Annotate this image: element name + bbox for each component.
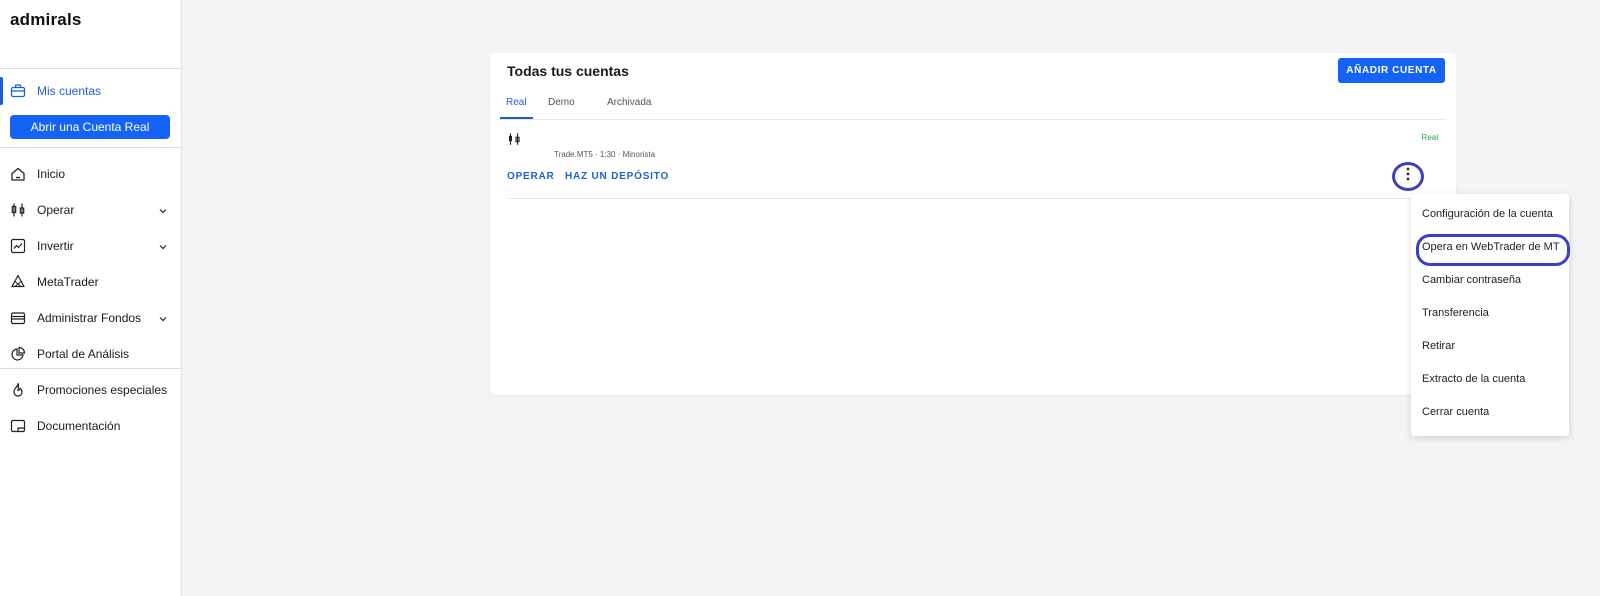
sidebar-item-label: Inicio — [37, 167, 66, 181]
chevron-down-icon — [157, 204, 169, 216]
add-account-button[interactable]: AÑADIR CUENTA — [1338, 58, 1445, 83]
sidebar-item-label: Operar — [37, 203, 75, 217]
chevron-down-icon — [157, 240, 169, 252]
sidebar-item-label: MetaTrader — [37, 275, 99, 289]
menu-item-label: Extracto de la cuenta — [1422, 373, 1526, 385]
tab-archived[interactable]: Archivada — [601, 91, 657, 119]
tab-demo[interactable]: Demo — [542, 91, 581, 119]
menu-item-close-account[interactable]: Cerrar cuenta — [1411, 397, 1569, 430]
sidebar-item-metatrader[interactable]: MetaTrader — [0, 268, 181, 296]
metatrader-icon — [10, 274, 26, 290]
menu-item-label: Retirar — [1422, 340, 1456, 352]
menu-item-change-password[interactable]: Cambiar contraseña — [1411, 265, 1569, 298]
chart-line-icon — [10, 238, 26, 254]
menu-item-account-statement[interactable]: Extracto de la cuenta — [1411, 364, 1569, 397]
accounts-card: Todas tus cuentas AÑADIR CUENTA Real Dem… — [490, 53, 1456, 395]
menu-item-account-settings[interactable]: Configuración de la cuenta — [1411, 199, 1569, 232]
sidebar-item-label: Portal de Análisis — [37, 347, 130, 361]
account-divider — [507, 198, 1446, 199]
pie-chart-icon — [10, 346, 26, 362]
sidebar-item-label: Promociones especiales — [37, 383, 168, 397]
sidebar-item-my-accounts[interactable]: Mis cuentas — [0, 77, 181, 105]
sidebar-item-label: Mis cuentas — [37, 84, 102, 98]
menu-item-withdraw[interactable]: Retirar — [1411, 331, 1569, 364]
more-options-button[interactable] — [1392, 162, 1424, 191]
deposit-link[interactable]: HAZ UN DEPÓSITO — [565, 171, 669, 182]
account-type-badge: Real — [1421, 133, 1438, 142]
sidebar-item-home[interactable]: Inicio — [0, 160, 181, 188]
sidebar-item-analysis-portal[interactable]: Portal de Análisis — [0, 340, 181, 368]
chevron-down-icon — [157, 312, 169, 324]
menu-item-label: Opera en WebTrader de MT — [1422, 241, 1560, 253]
page-title: Todas tus cuentas — [507, 63, 629, 79]
menu-item-webtrader[interactable]: Opera en WebTrader de MT — [1411, 232, 1570, 266]
briefcase-icon — [10, 83, 26, 99]
candlestick-icon — [507, 132, 521, 146]
sidebar-item-documentation[interactable]: Documentación — [0, 412, 181, 440]
admirals-logo[interactable]: admirals — [10, 10, 82, 30]
sidebar-divider — [0, 68, 181, 69]
sidebar-divider — [0, 147, 181, 148]
menu-item-label: Cambiar contraseña — [1422, 274, 1522, 286]
sidebar-divider — [0, 368, 181, 369]
open-real-account-button[interactable]: Abrir una Cuenta Real — [10, 115, 170, 139]
sidebar-item-manage-funds[interactable]: Administrar Fondos — [0, 304, 181, 332]
sidebar-item-label: Invertir — [37, 239, 74, 253]
tab-real[interactable]: Real — [500, 91, 533, 119]
trade-link[interactable]: OPERAR — [507, 171, 555, 182]
menu-item-transfer[interactable]: Transferencia — [1411, 298, 1569, 331]
sidebar: admirals Mis cuentas Abrir una Cuenta Re… — [0, 0, 182, 596]
candlestick-icon — [10, 202, 26, 218]
folder-icon — [10, 418, 26, 434]
sidebar-item-trade[interactable]: Operar — [0, 196, 181, 224]
account-options-menu: Configuración de la cuenta Opera en WebT… — [1411, 194, 1570, 436]
flame-icon — [10, 382, 26, 398]
menu-item-label: Configuración de la cuenta — [1422, 208, 1553, 220]
kebab-icon — [1406, 167, 1410, 186]
sidebar-item-label: Administrar Fondos — [37, 311, 142, 325]
account-meta: Trade.MT5 · 1:30 · Minorista — [554, 150, 656, 159]
sidebar-item-invest[interactable]: Invertir — [0, 232, 181, 260]
menu-item-label: Cerrar cuenta — [1422, 406, 1490, 418]
wallet-icon — [10, 310, 26, 326]
menu-item-label: Transferencia — [1422, 307, 1489, 319]
home-icon — [10, 166, 26, 182]
sidebar-item-label: Documentación — [37, 419, 121, 433]
tabs-divider — [500, 119, 1446, 120]
sidebar-item-special-promotions[interactable]: Promociones especiales — [0, 376, 181, 404]
